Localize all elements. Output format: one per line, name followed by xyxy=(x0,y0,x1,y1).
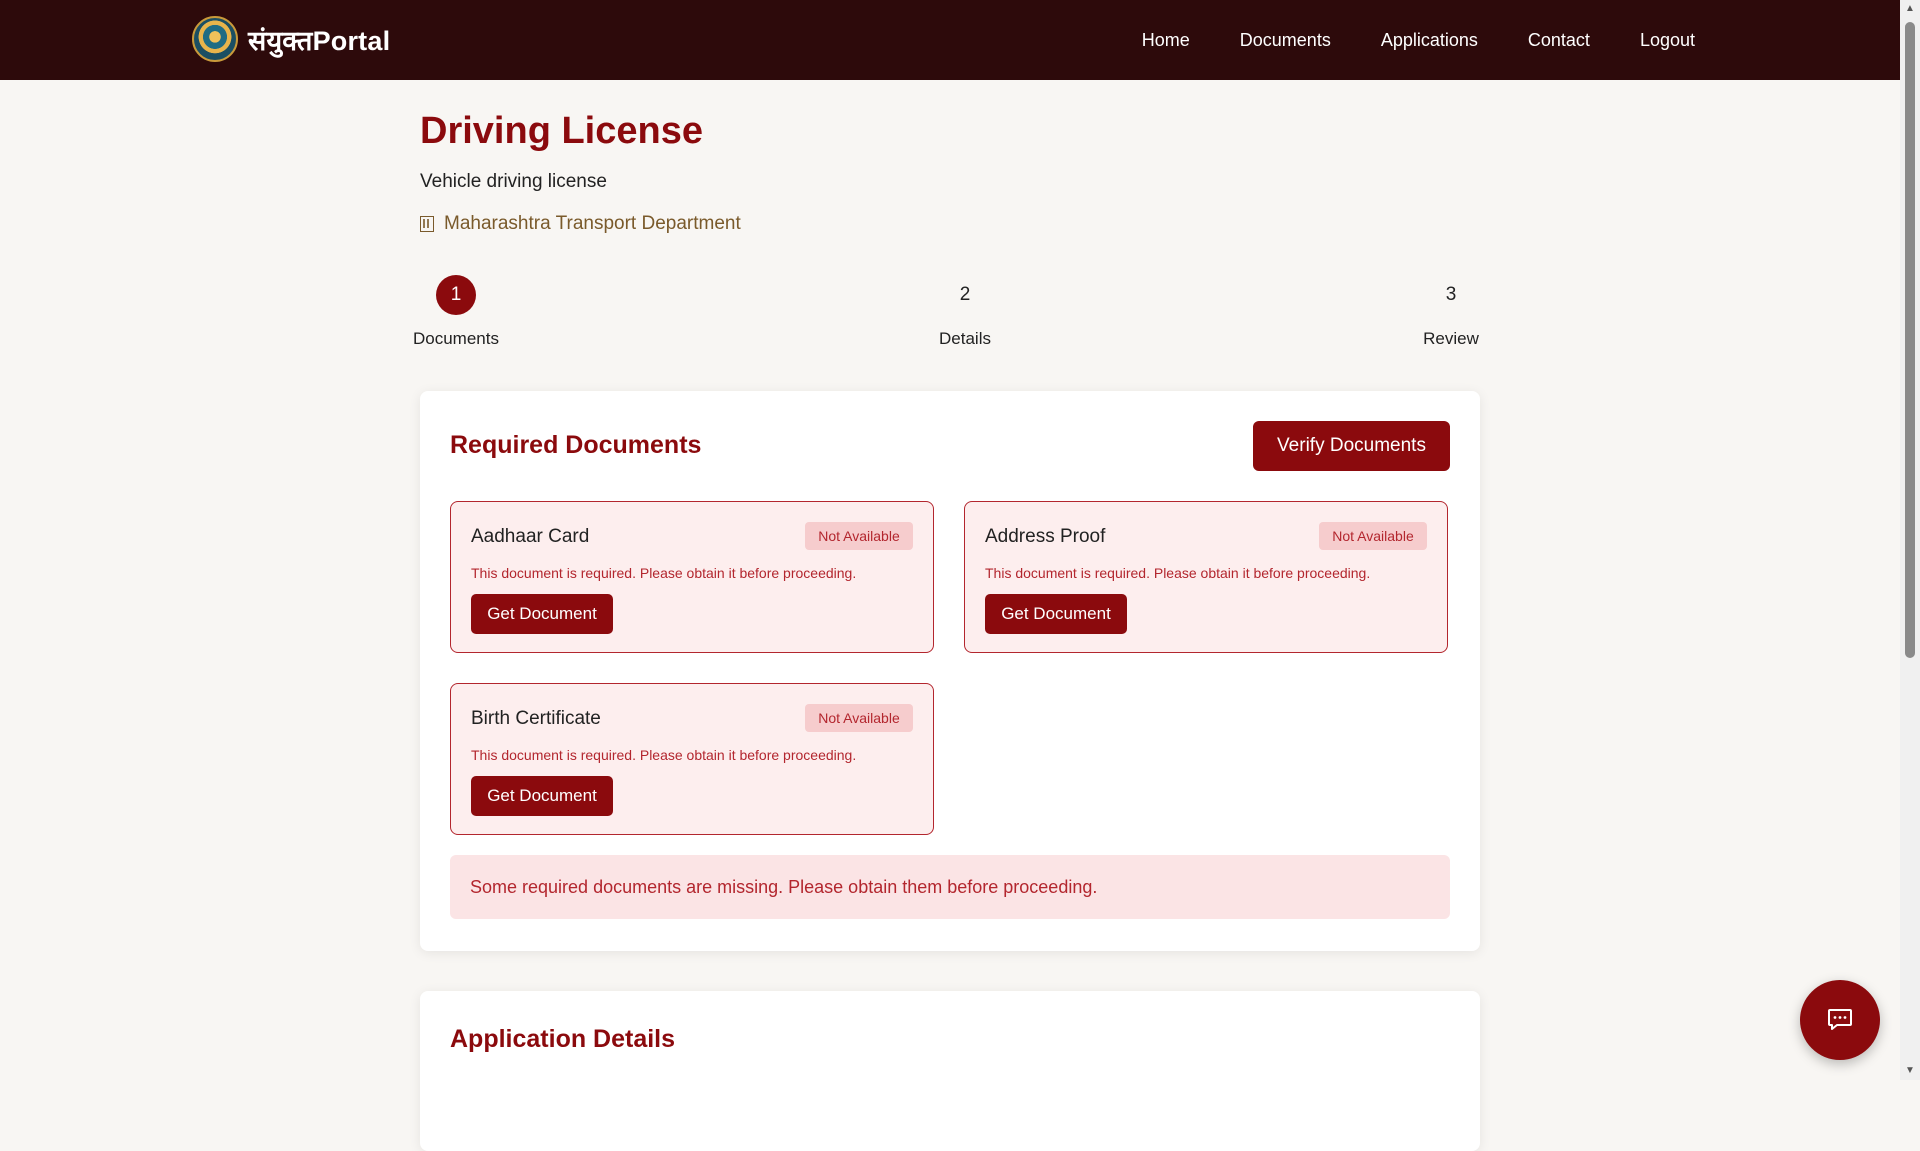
status-badge: Not Available xyxy=(1319,522,1427,550)
step-label: Details xyxy=(939,329,991,348)
required-documents-card: Required Documents Verify Documents Aadh… xyxy=(420,391,1480,951)
step-number: 3 xyxy=(1445,284,1457,305)
get-document-button[interactable]: Get Document xyxy=(985,594,1127,634)
step-review[interactable]: 3 Review xyxy=(1391,275,1511,349)
step-details[interactable]: 2 Details xyxy=(905,275,1025,349)
nav-home[interactable]: Home xyxy=(1142,30,1190,51)
application-details-card: Application Details xyxy=(420,991,1480,1151)
document-item-aadhaar: Aadhaar Card Not Available This document… xyxy=(450,501,934,653)
page-subtitle: Vehicle driving license xyxy=(420,171,607,192)
building-icon xyxy=(420,216,434,232)
scroll-up-arrow-icon[interactable]: ▲ xyxy=(1900,0,1920,18)
document-name: Address Proof xyxy=(985,526,1106,547)
scrollbar-thumb[interactable] xyxy=(1905,22,1915,658)
step-number: 2 xyxy=(959,284,971,305)
nav-applications[interactable]: Applications xyxy=(1381,30,1478,51)
progress-stepper: 1 Documents 2 Details 3 Review xyxy=(413,275,1480,355)
nav-contact[interactable]: Contact xyxy=(1528,30,1590,51)
get-document-button[interactable]: Get Document xyxy=(471,776,613,816)
main-content: Driving License Vehicle driving license … xyxy=(413,80,1480,1151)
document-note: This document is required. Please obtain… xyxy=(471,565,857,581)
document-item-birth-certificate: Birth Certificate Not Available This doc… xyxy=(450,683,934,835)
chat-button[interactable] xyxy=(1800,980,1880,1060)
department: Maharashtra Transport Department xyxy=(420,213,1480,235)
brand-name: संयुक्तPortal xyxy=(248,25,391,56)
step-documents[interactable]: 1 Documents xyxy=(396,275,516,349)
chat-icon xyxy=(1828,1009,1852,1030)
required-documents-title: Required Documents xyxy=(450,431,702,459)
state-emblem-icon xyxy=(192,16,238,62)
document-item-address-proof: Address Proof Not Available This documen… xyxy=(964,501,1448,653)
top-navbar: संयुक्तPortal Home Documents Application… xyxy=(0,0,1900,80)
brand[interactable]: संयुक्तPortal xyxy=(192,16,390,62)
step-label: Documents xyxy=(413,329,499,348)
verify-documents-button[interactable]: Verify Documents xyxy=(1253,421,1450,471)
document-name: Birth Certificate xyxy=(471,708,601,729)
page-scrollbar[interactable]: ▲ ▼ xyxy=(1900,0,1920,1080)
missing-documents-alert: Some required documents are missing. Ple… xyxy=(450,855,1450,919)
department-name: Maharashtra Transport Department xyxy=(444,213,741,234)
scroll-down-arrow-icon[interactable]: ▼ xyxy=(1900,1062,1920,1080)
nav-links: Home Documents Applications Contact Logo… xyxy=(1142,0,1695,80)
step-label: Review xyxy=(1423,329,1479,348)
step-number: 1 xyxy=(436,275,476,315)
nav-documents[interactable]: Documents xyxy=(1240,30,1331,51)
status-badge: Not Available xyxy=(805,522,913,550)
document-name: Aadhaar Card xyxy=(471,526,590,547)
get-document-button[interactable]: Get Document xyxy=(471,594,613,634)
page-title: Driving License xyxy=(420,110,703,152)
document-note: This document is required. Please obtain… xyxy=(471,747,857,763)
nav-logout[interactable]: Logout xyxy=(1640,30,1695,51)
application-details-title: Application Details xyxy=(450,1025,676,1053)
document-note: This document is required. Please obtain… xyxy=(985,565,1371,581)
status-badge: Not Available xyxy=(805,704,913,732)
